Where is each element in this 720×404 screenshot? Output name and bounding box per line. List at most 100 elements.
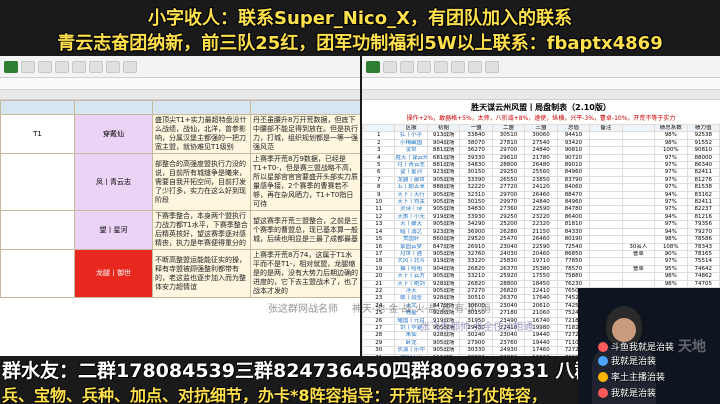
ranking-header-cell[interactable]: 初始 [426, 123, 461, 133]
ranking-cell[interactable]: 29520 [459, 235, 493, 244]
ranking-cell[interactable]: 81538 [686, 183, 720, 192]
ranking-cell[interactable]: 30名人 [621, 242, 656, 251]
ranking-cell[interactable] [589, 242, 623, 251]
ranking-cell[interactable]: 18450 [524, 279, 558, 288]
ribbon-button[interactable] [400, 60, 414, 73]
ranking-cell[interactable] [589, 146, 623, 155]
ranking-cell[interactable]: 17460 [524, 346, 558, 355]
ranking-cell[interactable]: 26370 [491, 264, 526, 274]
ranking-cell[interactable]: 98% [654, 235, 688, 244]
tier-cell[interactable] [0, 210, 75, 250]
ranking-cell[interactable] [621, 272, 656, 281]
alliance-cell[interactable]: 穿戴仙 [74, 114, 153, 154]
ranking-cell[interactable]: 74642 [686, 264, 720, 274]
ranking-cell[interactable]: 灵诗丨诗 [394, 205, 428, 214]
ranking-cell[interactable]: 97% [654, 205, 688, 214]
ribbon-button[interactable] [55, 60, 69, 73]
ranking-cell[interactable]: 81216 [686, 212, 720, 222]
ranking-header-cell[interactable]: 总值 [556, 123, 591, 133]
ranking-cell[interactable]: 30150 [459, 168, 493, 177]
ranking-cell[interactable]: 16 [362, 242, 396, 251]
ranking-cell[interactable] [589, 198, 623, 207]
ranking-cell[interactable]: 97% [654, 198, 688, 207]
ranking-cell[interactable]: 大风丨北斗 [394, 257, 428, 266]
ranking-cell[interactable]: 26 [362, 316, 396, 325]
ranking-cell[interactable]: 98% [654, 272, 688, 281]
ranking-cell[interactable] [621, 257, 656, 266]
ranking-cell[interactable] [589, 175, 623, 185]
ranking-cell[interactable]: 26370 [491, 294, 526, 303]
ranking-header-cell[interactable] [362, 123, 396, 133]
ranking-cell[interactable]: 928战场 [426, 279, 461, 288]
ranking-cell[interactable] [621, 190, 656, 200]
ranking-cell[interactable]: 浮天 [394, 286, 428, 296]
ranking-header-cell[interactable]: 二盟 [491, 123, 526, 133]
ranking-cell[interactable]: 扛丨小字 [394, 131, 428, 140]
ranking-cell[interactable]: 天下丨天行 [394, 190, 428, 200]
ranking-cell[interactable] [589, 249, 623, 259]
ranking-cell[interactable]: 77850 [556, 257, 591, 266]
ranking-cell[interactable]: 33120 [459, 257, 493, 266]
ranking-cell[interactable] [621, 205, 656, 214]
ribbon-button[interactable] [123, 60, 137, 73]
ranking-cell[interactable]: 84780 [556, 205, 591, 214]
ranking-cell[interactable]: 25200 [491, 220, 526, 229]
ranking-cell[interactable]: 26820 [459, 279, 493, 288]
ranking-cell[interactable] [621, 227, 656, 237]
ribbon-button[interactable] [21, 60, 35, 73]
ranking-cell[interactable]: 20460 [524, 249, 558, 259]
ranking-cell[interactable]: 22590 [524, 242, 558, 251]
ranking-cell[interactable]: 36900 [459, 227, 493, 237]
ranking-cell[interactable]: 20610 [524, 301, 558, 311]
ranking-cell[interactable]: 27540 [524, 138, 558, 148]
ranking-header-cell[interactable]: 一盟 [459, 123, 493, 133]
ranking-cell[interactable]: 28800 [491, 161, 526, 170]
ranking-cell[interactable]: 88000 [686, 153, 720, 163]
ranking-cell[interactable]: 长谋丨乐中 [394, 346, 428, 355]
ranking-cell[interactable]: 881战场 [426, 146, 461, 155]
ranking-cell[interactable]: 23850 [524, 175, 558, 185]
ranking-cell[interactable]: 26820 [491, 286, 526, 296]
ranking-cell[interactable]: 贯国轩 [394, 235, 428, 244]
ranking-cell[interactable]: 26550 [491, 175, 526, 185]
ranking-cell[interactable]: 暗丨溺之 [394, 227, 428, 237]
ranking-cell[interactable]: 25560 [524, 168, 558, 177]
ranking-cell[interactable]: 30060 [524, 131, 558, 140]
ranking-cell[interactable]: 19 [362, 264, 396, 274]
ranking-cell[interactable]: 92538 [686, 131, 720, 140]
ranking-cell[interactable]: 905战场 [426, 249, 461, 259]
ranking-cell[interactable]: 17550 [524, 272, 558, 281]
ranking-cell[interactable]: 小稀幽国 [394, 138, 428, 148]
ranking-cell[interactable]: 30330 [459, 346, 493, 355]
ranking-cell[interactable]: 28800 [491, 279, 526, 288]
ranking-cell[interactable]: 80190 [556, 235, 591, 244]
ranking-cell[interactable]: 猫丨哈咀 [394, 264, 428, 274]
alliance-cell[interactable]: 龙腿丨御世 [74, 249, 153, 298]
ranking-header-cell[interactable]: 绩力值 [686, 123, 720, 133]
ranking-cell[interactable] [621, 220, 656, 229]
ranking-cell[interactable]: 30150 [459, 198, 493, 207]
comment-cell[interactable]: 上赛季开荒8万74，这属于T1水平而不是T1-，相对就盟，龙腿缩是的是两，没有大… [250, 249, 360, 298]
ranking-cell[interactable]: 74862 [686, 272, 720, 281]
ranking-cell[interactable] [589, 138, 623, 148]
ranking-cell[interactable]: 25830 [491, 257, 526, 266]
ranking-cell[interactable] [589, 161, 623, 170]
ranking-cell[interactable]: 86340 [686, 161, 720, 170]
ranking-cell[interactable]: 82411 [686, 168, 720, 177]
ranking-cell[interactable]: 923战场 [426, 168, 461, 177]
ranking-cell[interactable]: 曹卓 [621, 264, 656, 274]
ranking-cell[interactable]: 83162 [686, 190, 720, 200]
ranking-cell[interactable]: 79270 [686, 227, 720, 237]
ranking-cell[interactable]: 15 [362, 235, 396, 244]
ranking-cell[interactable]: 30 [362, 346, 396, 355]
ranking-cell[interactable]: 23040 [491, 301, 526, 311]
ranking-cell[interactable] [589, 183, 623, 192]
ranking-cell[interactable]: 905战场 [426, 338, 461, 348]
ranking-cell[interactable]: 26910 [459, 242, 493, 251]
tier-cell[interactable] [0, 249, 75, 298]
ranking-cell[interactable]: 29700 [491, 190, 526, 200]
ranking-cell[interactable]: 8 [362, 183, 396, 192]
ranking-cell[interactable] [621, 153, 656, 163]
ranking-cell[interactable]: 36270 [459, 146, 493, 155]
ranking-cell[interactable]: 79356 [686, 220, 720, 229]
